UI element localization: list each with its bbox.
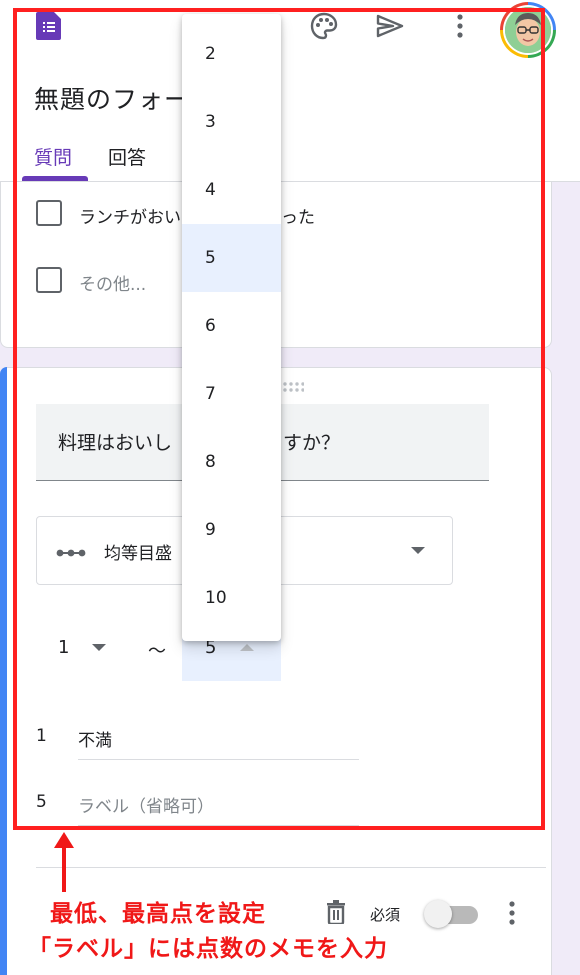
palette-icon[interactable] — [308, 10, 340, 42]
dropdown-option-10[interactable]: 10 — [182, 564, 281, 632]
option-label[interactable]: ランチがおい — [79, 203, 181, 228]
annotation-line-2: 「ラベル」には点数のメモを入力 — [28, 936, 388, 962]
other-option-label[interactable]: その他... — [79, 270, 146, 295]
annotation-arrow-icon — [54, 832, 74, 892]
max-label-input[interactable]: ラベル（省略可） — [78, 792, 359, 826]
linear-scale-icon — [56, 543, 86, 562]
card-more-vert-icon[interactable] — [507, 900, 517, 930]
scale-max-arrow-icon[interactable] — [240, 644, 254, 651]
dropdown-option-3[interactable]: 3 — [182, 88, 281, 156]
dropdown-option-7[interactable]: 7 — [182, 360, 281, 428]
tab-active-indicator — [22, 176, 88, 181]
type-dropdown-arrow-icon[interactable] — [411, 547, 425, 554]
question-title-text-continued: すか？ — [283, 432, 341, 454]
account-avatar[interactable] — [500, 2, 556, 58]
dropdown-option-9[interactable]: 9 — [182, 496, 281, 564]
max-label-number: 5 — [36, 792, 47, 812]
tab-questions[interactable]: 質問 — [34, 143, 72, 170]
delete-icon[interactable] — [325, 900, 347, 928]
active-card-indicator — [0, 367, 7, 975]
dropdown-option-2[interactable]: 2 — [182, 20, 281, 88]
scale-separator: 〜 — [148, 641, 166, 662]
required-label: 必須 — [370, 906, 401, 924]
tab-responses[interactable]: 回答 — [108, 143, 146, 170]
dropdown-option-6[interactable]: 6 — [182, 292, 281, 360]
min-label-number: 1 — [36, 726, 47, 746]
required-toggle-knob[interactable] — [424, 900, 452, 928]
min-label-input[interactable]: 不満 — [78, 726, 359, 760]
annotation-line-1: 最低、最高点を設定 — [50, 901, 266, 927]
option-checkbox[interactable] — [36, 200, 62, 226]
scale-max-dropdown-menu: 2 3 4 5 6 7 8 9 10 — [182, 14, 281, 641]
dropdown-option-4[interactable]: 4 — [182, 156, 281, 224]
card-footer-divider — [36, 867, 546, 868]
send-icon[interactable] — [374, 10, 406, 42]
option-label-continued: った — [281, 208, 315, 228]
dropdown-option-8[interactable]: 8 — [182, 428, 281, 496]
forms-logo-icon[interactable] — [36, 12, 61, 40]
question-title-text: 料理はおいし — [58, 432, 173, 454]
dropdown-option-5-selected[interactable]: 5 — [182, 224, 281, 292]
scale-min-value[interactable]: 1 — [58, 637, 69, 658]
question-type-label: 均等目盛 — [104, 544, 172, 564]
more-vert-icon[interactable] — [444, 10, 476, 42]
form-title[interactable]: 無題のフォー — [34, 80, 190, 116]
other-option-checkbox[interactable] — [36, 267, 62, 293]
scale-min-arrow-icon[interactable] — [92, 644, 106, 651]
drag-handle-icon[interactable] — [282, 378, 305, 392]
